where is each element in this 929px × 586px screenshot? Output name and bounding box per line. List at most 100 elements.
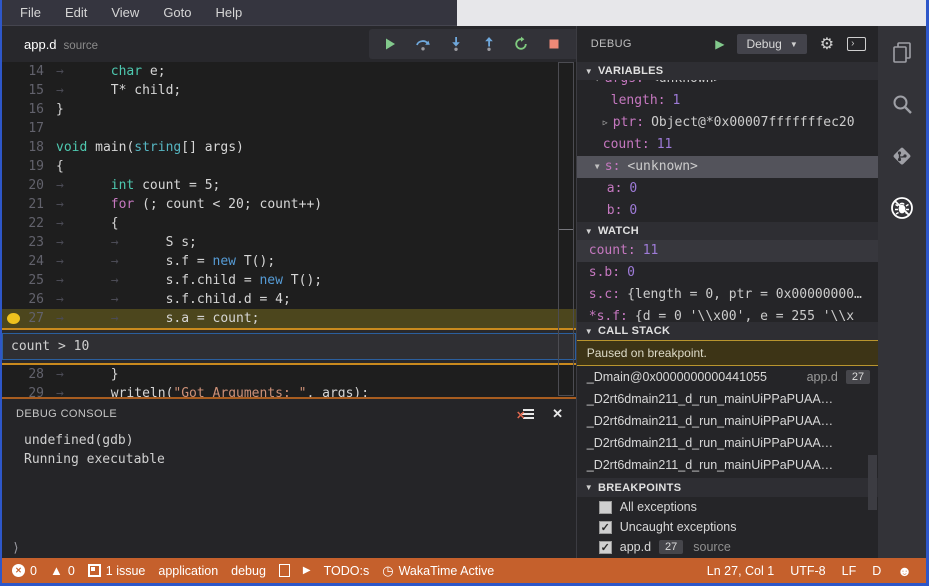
activity-debug-icon[interactable] (878, 182, 926, 234)
code-line-19[interactable]: 19 { (2, 157, 576, 176)
variable-row[interactable]: b: 0 (577, 200, 878, 222)
activity-files-icon[interactable] (878, 26, 926, 78)
debug-item[interactable]: debug (231, 564, 266, 578)
call-stack-frame[interactable]: _Dmain@0x0000000000441055 app.d 27 (577, 366, 878, 388)
debug-config-dropdown[interactable]: Debug ▼ (737, 34, 807, 54)
menu-item-goto[interactable]: Goto (151, 5, 203, 20)
variable-row[interactable]: count: 11 (577, 134, 878, 156)
editor-scrollbar[interactable] (557, 62, 574, 396)
checkbox[interactable]: ✓ (598, 540, 612, 554)
checkbox[interactable] (598, 500, 612, 514)
variable-row[interactable]: s.c: {length = 0, ptr = 0x00000000… (577, 284, 878, 306)
variable-row[interactable]: ▼args:<unknown> (577, 80, 878, 90)
issues-icon (87, 564, 101, 577)
console-prompt[interactable]: ⟩ (2, 541, 20, 556)
cursor-position[interactable]: Ln 27, Col 1 (707, 564, 774, 578)
application-item[interactable]: application (158, 564, 218, 578)
checkbox[interactable]: ✓ (598, 520, 612, 534)
clear-console-icon[interactable]: ✕ (516, 408, 535, 422)
call-stack-section-header[interactable]: ▼ CALL STACK (576, 322, 879, 340)
menu-item-file[interactable]: File (8, 5, 53, 20)
code-line-22[interactable]: 22 →{ (2, 214, 576, 233)
play-icon: ▶ (302, 565, 311, 576)
breakpoint-icon[interactable] (7, 313, 20, 324)
line-number: 29 (28, 386, 44, 397)
code-line-24[interactable]: 24 → → s.f = new T(); (2, 252, 576, 271)
code-line-27[interactable]: 27 → → s.a = count; (2, 309, 576, 328)
start-debug-icon[interactable]: ▶ (715, 37, 724, 51)
code-editor[interactable]: 14 → char e; 15 → T* child; 16} 17 18 void main(s… (2, 62, 576, 397)
warning-count[interactable]: ▲ 0 (50, 564, 75, 578)
debug-sidebar-title: DEBUG (590, 38, 632, 50)
encoding-item[interactable]: UTF-8 (790, 564, 825, 578)
menu-item-edit[interactable]: Edit (53, 5, 99, 20)
variable-row[interactable]: a: 0 (577, 178, 878, 200)
variable-value: {length = 0, ptr = 0x00000000… (627, 287, 862, 302)
code-line-23[interactable]: 23 → → S s; (2, 233, 576, 252)
code-line-16[interactable]: 16} (2, 100, 576, 119)
twisty-icon[interactable]: ▼ (595, 156, 605, 178)
status-bar: ✕ 0 ▲ 0 1 issue application debug ▶ TODO:s ◷ WakaT… (2, 558, 926, 583)
breakpoints-section-header[interactable]: ▼ BREAKPOINTS (576, 478, 879, 497)
code-line-25[interactable]: 25 → → s.f.child = new T(); (2, 271, 576, 290)
wakatime-item[interactable]: ◷ WakaTime Active (382, 563, 494, 579)
activity-git-icon[interactable] (878, 130, 926, 182)
menu-bar-empty-area (457, 0, 926, 26)
gear-icon[interactable]: ⚙ (820, 34, 834, 54)
call-stack-frame[interactable]: _D2rt6dmain211_d_run_mainUiPPaPUAA… (577, 432, 878, 454)
watch-section-header[interactable]: ▼ WATCH (576, 222, 879, 240)
sidebar-scrollbar[interactable] (868, 455, 878, 510)
variable-row[interactable]: s.b: 0 (577, 262, 878, 284)
call-stack-frame[interactable]: _D2rt6dmain211_d_run_mainUiPPaPUAA… (577, 388, 878, 410)
call-stack-frame[interactable]: _D2rt6dmain211_d_run_mainUiPPaPUAA… (577, 454, 878, 476)
variable-row[interactable]: length: 1 (577, 90, 878, 112)
breakpoint-row[interactable]: ✓ Uncaught exceptions (577, 517, 878, 537)
tab-app-d[interactable]: app.d source (2, 37, 98, 52)
run-file-item[interactable] (278, 564, 290, 577)
step-out-icon (484, 37, 493, 51)
step-into-button[interactable] (445, 33, 467, 55)
error-count[interactable]: ✕ 0 (12, 564, 37, 578)
variables-section-header[interactable]: ▼ VARIABLES (576, 62, 879, 80)
breakpoint-row[interactable]: All exceptions (577, 497, 878, 517)
code-line-28[interactable]: 28 →} (2, 365, 576, 384)
collapse-triangle-icon: ▼ (584, 66, 593, 76)
continue-button[interactable] (379, 33, 401, 55)
code-line-15[interactable]: 15 → T* child; (2, 81, 576, 100)
twisty-icon[interactable]: ▼ (595, 80, 605, 90)
activity-search-icon[interactable] (878, 78, 926, 130)
variable-row[interactable]: ▷ ptr: Object@*0x00007fffffffec20 (577, 112, 878, 134)
close-icon[interactable]: ✕ (552, 406, 563, 422)
code-line-20[interactable]: 20 → int count = 5; (2, 176, 576, 195)
variable-row[interactable]: count: 11 (576, 240, 879, 262)
breakpoint-condition-input[interactable]: count > 10 (2, 333, 576, 360)
menu-item-help[interactable]: Help (204, 5, 255, 20)
variable-value: 0 (627, 265, 635, 280)
debug-toolbar (368, 29, 576, 59)
step-out-button[interactable] (478, 33, 500, 55)
code-line-17[interactable]: 17 (2, 119, 576, 138)
todo-item[interactable]: TODO:s (324, 564, 370, 578)
call-stack-frame[interactable]: _D2rt6dmain211_d_run_mainUiPPaPUAA… (577, 410, 878, 432)
feedback-item[interactable]: ☻ (897, 563, 912, 579)
code-line-26[interactable]: 26 → → s.f.child.d = 4; (2, 290, 576, 309)
run-item[interactable]: ▶ (303, 565, 311, 576)
step-over-button[interactable] (412, 33, 434, 55)
issues-item[interactable]: 1 issue (87, 564, 145, 578)
code-line-21[interactable]: 21 → for (; count < 20; count++) (2, 195, 576, 214)
breakpoint-row[interactable]: ✓ app.d 27 source (577, 537, 878, 557)
collapse-triangle-icon: ▼ (584, 483, 593, 492)
restart-button[interactable] (510, 33, 532, 55)
twisty-icon[interactable]: ▷ (603, 112, 613, 134)
variable-name: a: (606, 181, 623, 196)
variable-row[interactable]: *s.f: {d = 0 '\\x00', e = 255 '\\x (577, 306, 878, 322)
code-line-18[interactable]: 18 void main(string[] args) (2, 138, 576, 157)
code-line-14[interactable]: 14 → char e; (2, 62, 576, 81)
stop-button[interactable] (543, 33, 565, 55)
variable-row[interactable]: ▼ s: <unknown> (576, 156, 879, 178)
code-line-29[interactable]: 29 → writeln("Got Arguments: ", args); (2, 384, 576, 397)
language-item[interactable]: D (872, 564, 881, 578)
open-console-icon[interactable]: › (847, 37, 867, 51)
eol-item[interactable]: LF (842, 564, 857, 578)
menu-item-view[interactable]: View (99, 5, 151, 20)
